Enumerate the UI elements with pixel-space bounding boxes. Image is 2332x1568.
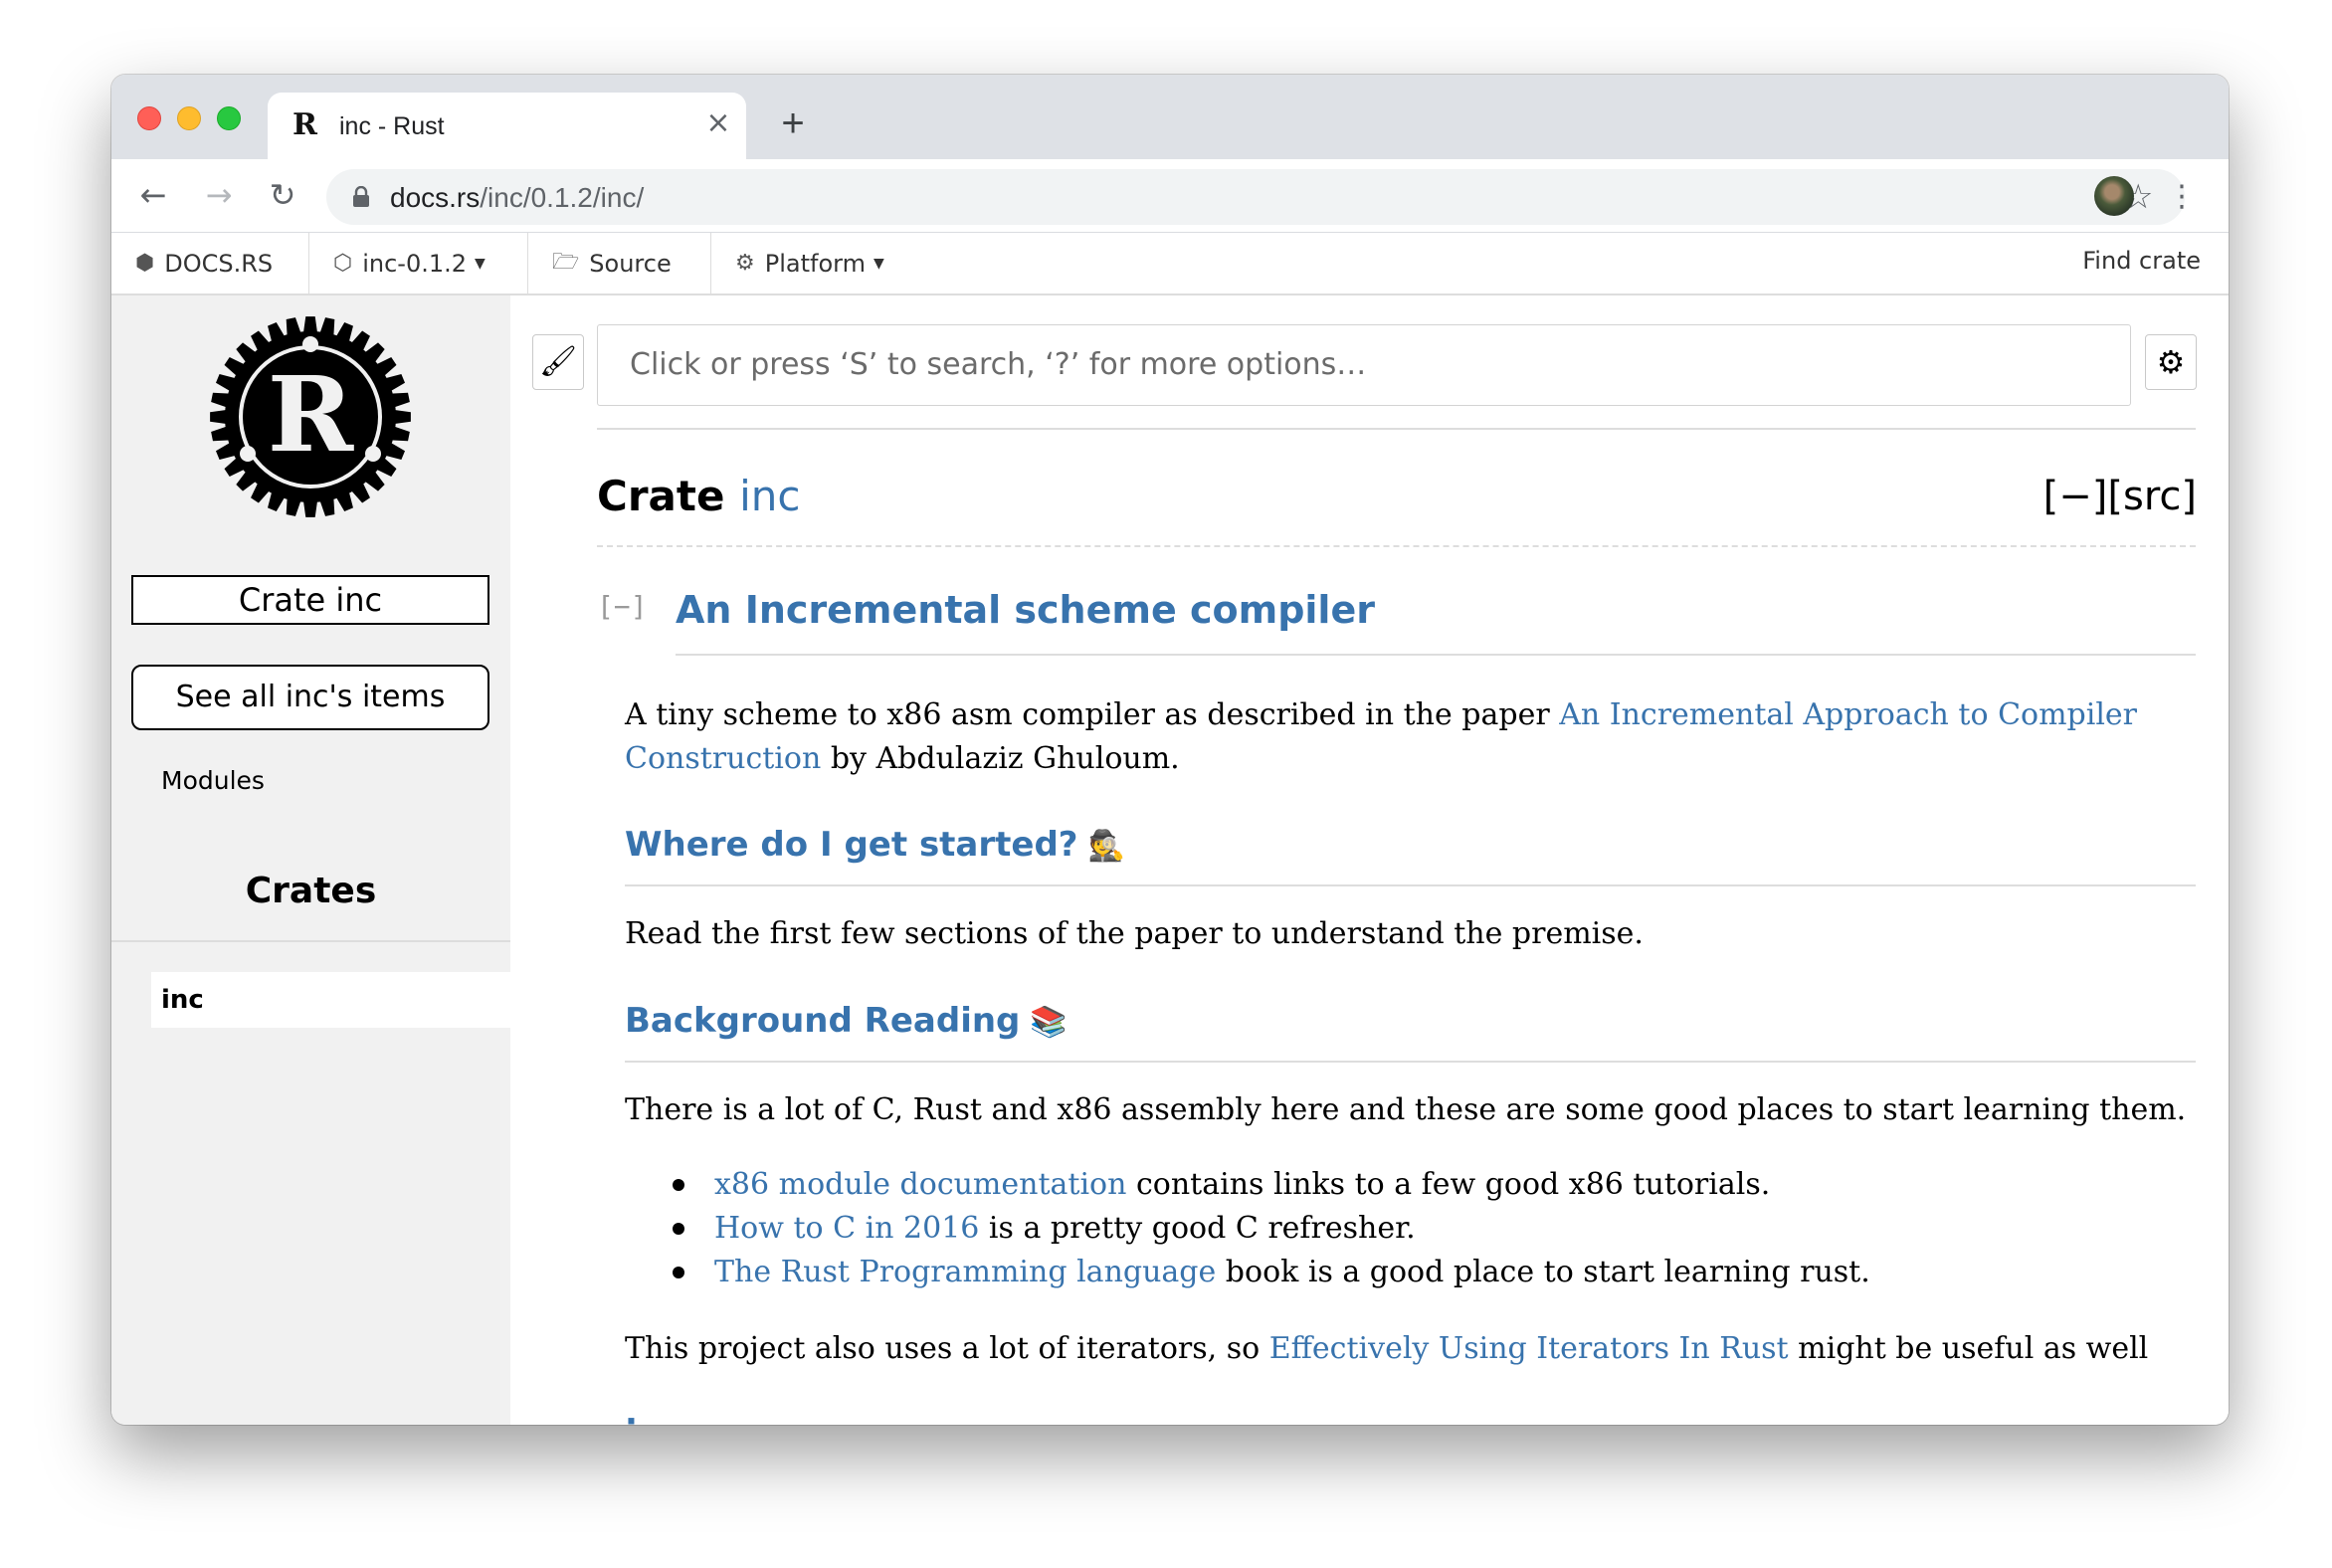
tab-strip: R inc - Rust × + [111, 75, 2229, 159]
get-started-paragraph: Read the first few sections of the paper… [625, 916, 1644, 951]
divider [625, 1061, 2196, 1063]
url-text[interactable]: docs.rs/inc/0.1.2/inc/ [390, 182, 644, 214]
source-label: Source [589, 249, 672, 278]
sidebar-crate-title: Crate inc [131, 575, 489, 625]
closing-text: This project also uses a lot of iterator… [625, 1331, 1269, 1366]
divider [676, 654, 2196, 656]
intro-paragraph: A tiny scheme to x86 asm compiler as des… [625, 693, 2177, 781]
back-arrow-icon[interactable]: ← [133, 175, 173, 215]
zoom-window-button[interactable] [217, 106, 241, 130]
cube-icon: ⬡ [333, 251, 353, 276]
crates-heading: Crates [245, 871, 377, 911]
source-link[interactable]: 🗁 Source [528, 233, 711, 294]
section-heading-background-reading[interactable]: Background Reading 📚 [625, 999, 1068, 1045]
browser-tab[interactable]: R inc - Rust × [268, 93, 746, 159]
minimize-window-button[interactable] [177, 106, 201, 130]
doc-heading[interactable]: An Incremental scheme compiler [676, 586, 1375, 634]
new-tab-button[interactable]: + [773, 103, 813, 144]
detective-icon: 🕵 [1087, 829, 1125, 864]
profile-avatar[interactable] [2094, 176, 2134, 216]
lock-icon [353, 186, 369, 207]
cut-off-heading: · [625, 1402, 638, 1425]
reload-icon[interactable]: ↻ [263, 175, 302, 215]
folder-open-icon: 🗁 [552, 249, 580, 275]
search-placeholder: Click or press ‘S’ to search, ‘?’ for mo… [630, 347, 1367, 382]
sidebar-crate-item-inc[interactable]: inc [151, 972, 510, 1028]
crate-version-dropdown[interactable]: ⬡ inc-0.1.2 ▼ [309, 233, 528, 294]
settings-gear-icon[interactable]: ⚙ [2145, 334, 2197, 390]
browser-toolbar: ← → ↻ docs.rs/inc/0.1.2/inc/ ☆ ⋮ [111, 159, 2229, 233]
closing-text-after: might be useful as well [1788, 1331, 2149, 1366]
list-item-link[interactable]: x86 module documentation [714, 1167, 1126, 1202]
section-heading-text: Background Reading [625, 1001, 1021, 1041]
list-item: The Rust Programming language book is a … [665, 1251, 1870, 1294]
caret-down-icon: ▼ [873, 255, 884, 272]
collapse-src-controls[interactable]: [−][src] [2043, 471, 2197, 522]
sidebar-modules-link[interactable]: Modules [161, 766, 265, 795]
divider [111, 940, 510, 942]
divider [597, 545, 2196, 547]
list-item-text: contains links to a few good x86 tutoria… [1126, 1167, 1771, 1202]
list-item: How to C in 2016 is a pretty good C refr… [665, 1207, 1870, 1251]
svg-text:R: R [268, 353, 355, 476]
list-item-link[interactable]: How to C in 2016 [714, 1211, 979, 1246]
forward-arrow-icon[interactable]: → [199, 175, 239, 215]
url-path: /inc/0.1.2/inc/ [480, 182, 645, 213]
browser-menu-icon[interactable]: ⋮ [2167, 177, 2197, 217]
tab-close-icon[interactable]: × [703, 108, 733, 138]
intro-text: A tiny scheme to x86 asm compiler as des… [625, 697, 1560, 732]
section-heading-text: Where do I get started? [625, 825, 1078, 865]
list-item-text: is a pretty good C refresher. [979, 1211, 1416, 1246]
divider [625, 884, 2196, 886]
crate-name-link[interactable]: inc [739, 472, 800, 520]
page-title-prefix: Crate [597, 472, 725, 520]
page-title: Crate inc [597, 471, 800, 522]
theme-picker-brush-icon[interactable]: 🖌 [532, 334, 584, 390]
see-all-items-button[interactable]: See all inc's items [131, 665, 489, 730]
reading-list: x86 module documentation contains links … [665, 1163, 1870, 1294]
iterators-paragraph: This project also uses a lot of iterator… [625, 1327, 2148, 1371]
close-window-button[interactable] [137, 106, 161, 130]
cubes-icon: ⬢ [135, 251, 155, 276]
sidebar: R Crate inc See all inc's items Modules … [111, 295, 510, 1425]
main-content: 🖌 Click or press ‘S’ to search, ‘?’ for … [510, 295, 2229, 1425]
platform-label: Platform [764, 249, 866, 278]
tab-title: inc - Rust [339, 112, 445, 140]
list-item: x86 module documentation contains links … [665, 1163, 1870, 1207]
iterators-link[interactable]: Effectively Using Iterators In Rust [1269, 1331, 1789, 1366]
books-icon: 📚 [1030, 1005, 1068, 1040]
list-item-link[interactable]: The Rust Programming language [714, 1255, 1216, 1289]
address-bar[interactable]: docs.rs/inc/0.1.2/inc/ ☆ [326, 169, 2185, 225]
divider [597, 428, 2196, 430]
cogs-icon: ⚙ [735, 251, 755, 276]
rust-favicon-icon: R [292, 107, 317, 142]
platform-dropdown[interactable]: ⚙ Platform ▼ [711, 233, 910, 294]
browser-window: R inc - Rust × + ← → ↻ docs.rs/inc/0.1.2… [111, 75, 2229, 1425]
find-crate-link[interactable]: Find crate [2082, 247, 2201, 275]
url-host: docs.rs [390, 182, 481, 213]
docsrs-logo-label: DOCS.RS [164, 249, 274, 278]
rust-logo-icon[interactable]: R [208, 314, 413, 519]
section-heading-get-started[interactable]: Where do I get started? 🕵 [625, 823, 1125, 869]
caret-down-icon: ▼ [475, 255, 486, 272]
list-item-text: book is a good place to start learning r… [1216, 1255, 1870, 1289]
intro-text-after: by Abdulaziz Ghuloum. [821, 741, 1180, 776]
crate-version-label: inc-0.1.2 [362, 249, 468, 278]
docsrs-logo-link[interactable]: ⬢ DOCS.RS [111, 233, 309, 294]
search-input[interactable]: Click or press ‘S’ to search, ‘?’ for mo… [597, 324, 2131, 406]
docsrs-navbar: ⬢ DOCS.RS ⬡ inc-0.1.2 ▼ 🗁 Source ⚙ Platf… [111, 233, 2229, 295]
background-paragraph: There is a lot of C, Rust and x86 assemb… [625, 1092, 2187, 1127]
collapse-docs-toggle[interactable]: [−] [597, 591, 648, 623]
